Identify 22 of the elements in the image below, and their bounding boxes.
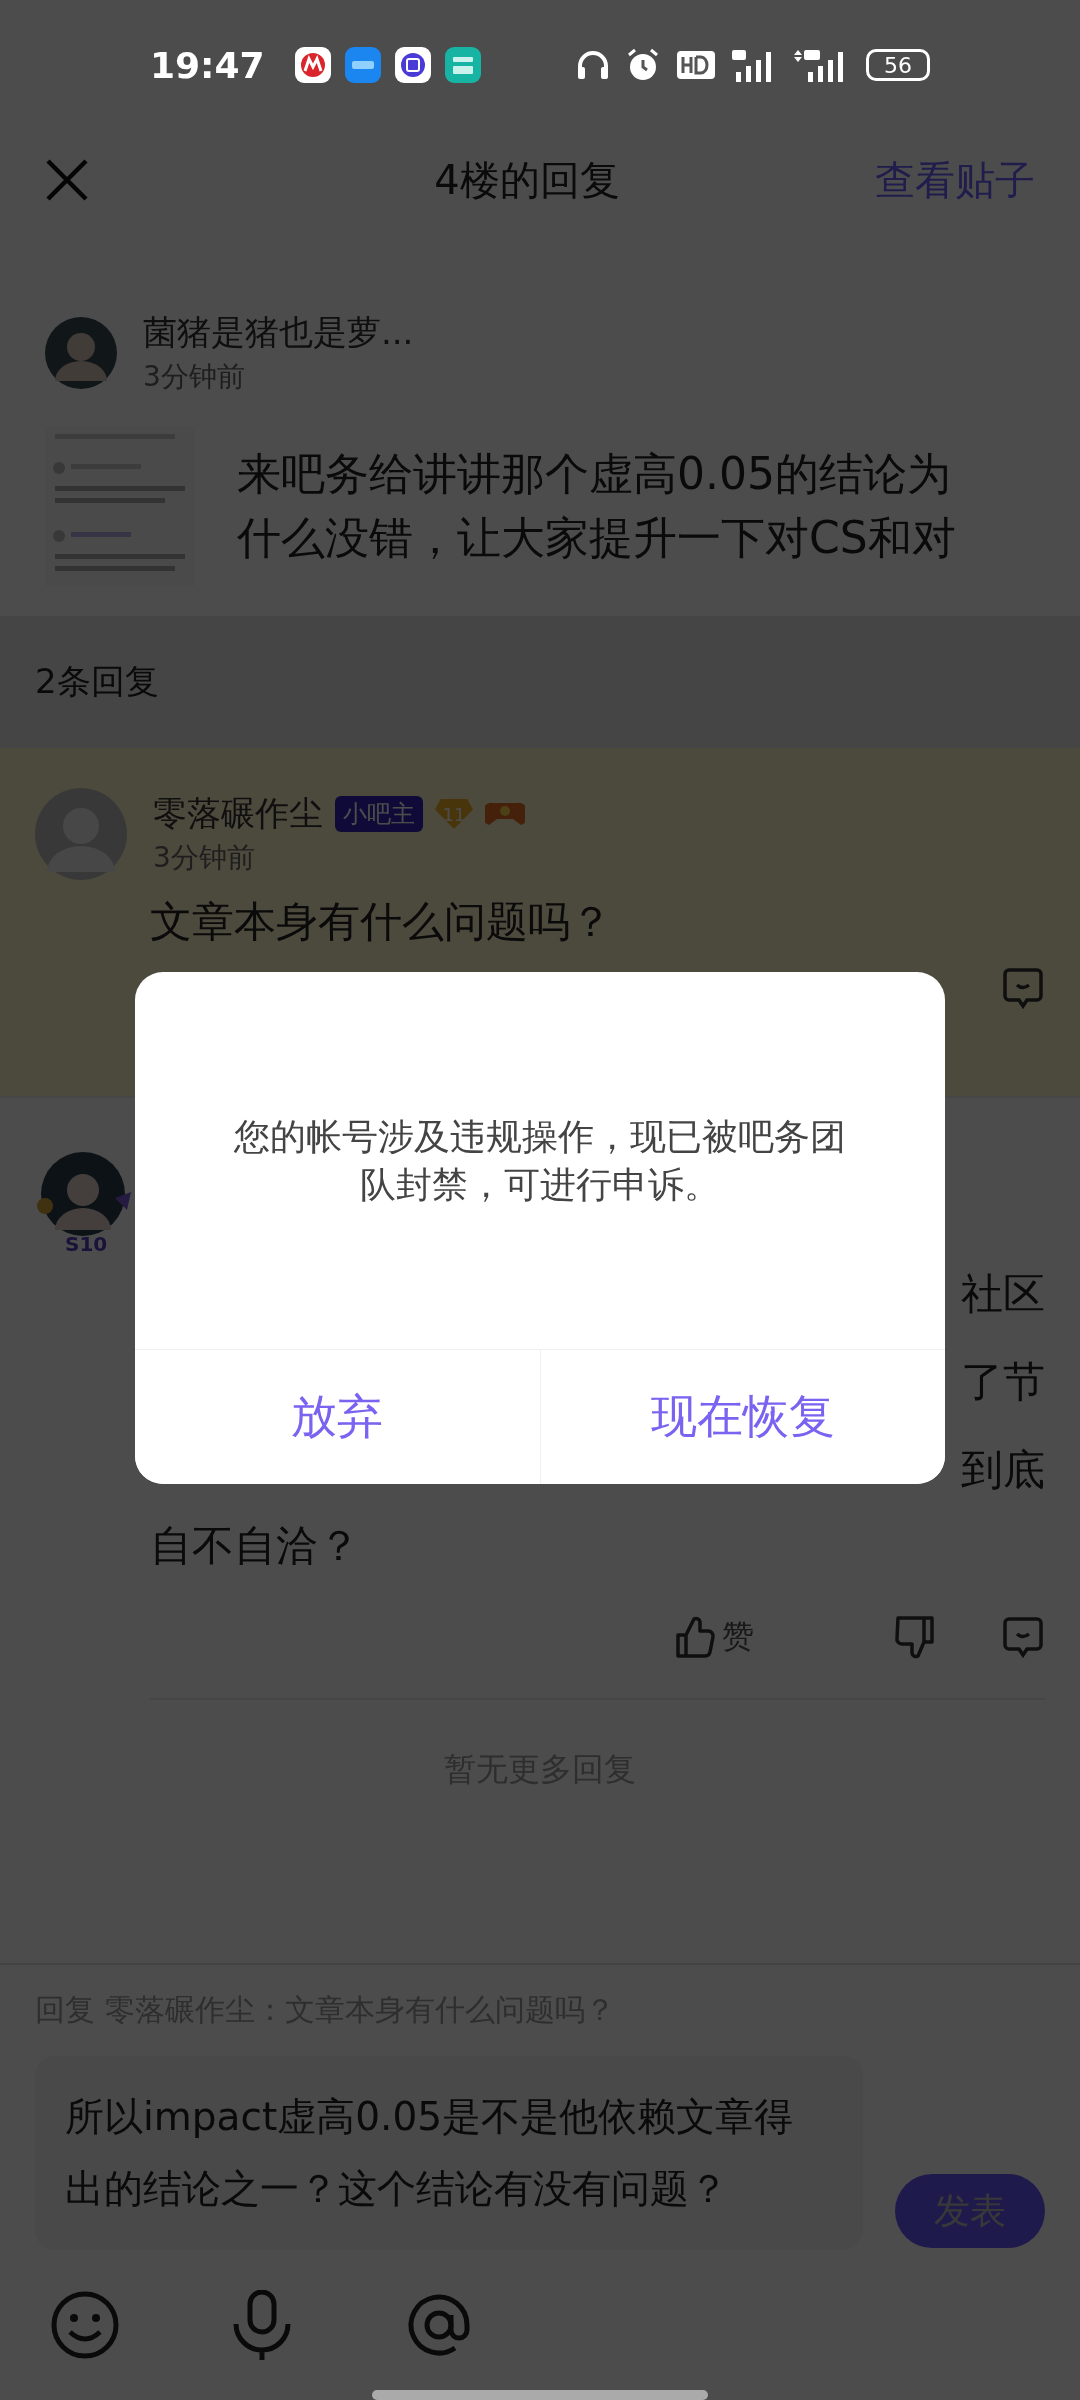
reply-text-fragment: 到底	[961, 1444, 1045, 1496]
author-name: 菌猪是猪也是萝...	[143, 311, 414, 354]
author-name: 零落碾作尘	[153, 792, 323, 835]
post-text-line: 来吧务给讲讲那个虚高0.05的结论为	[237, 447, 952, 501]
season-label: S10	[65, 1232, 108, 1256]
app-icon	[344, 47, 381, 83]
app-icon	[444, 47, 481, 83]
app-icon	[394, 47, 431, 83]
page-title: 4楼的回复	[433, 155, 621, 205]
app-icon	[294, 47, 331, 83]
headphones-icon	[576, 49, 610, 81]
reply-text: 自不自洽？	[150, 1520, 361, 1572]
reply-text-fragment: 了节	[961, 1356, 1045, 1408]
alarm-icon	[626, 48, 660, 82]
reply-count: 2条回复	[35, 660, 159, 703]
reply-text: 文章本身有什么问题吗？	[150, 896, 613, 948]
reply-text-fragment: 社区	[961, 1268, 1045, 1320]
dialog-message: 您的帐号涉及违规操作，现已被吧务团队封禁，可进行申诉。	[233, 1114, 847, 1207]
status-time: 19:47	[150, 44, 265, 86]
hd-icon	[676, 50, 716, 80]
post-text-line: 什么没错，让大家提升一下对CS和对	[237, 511, 956, 565]
dialog-button[interactable]: 现在恢复	[539, 1350, 945, 1484]
